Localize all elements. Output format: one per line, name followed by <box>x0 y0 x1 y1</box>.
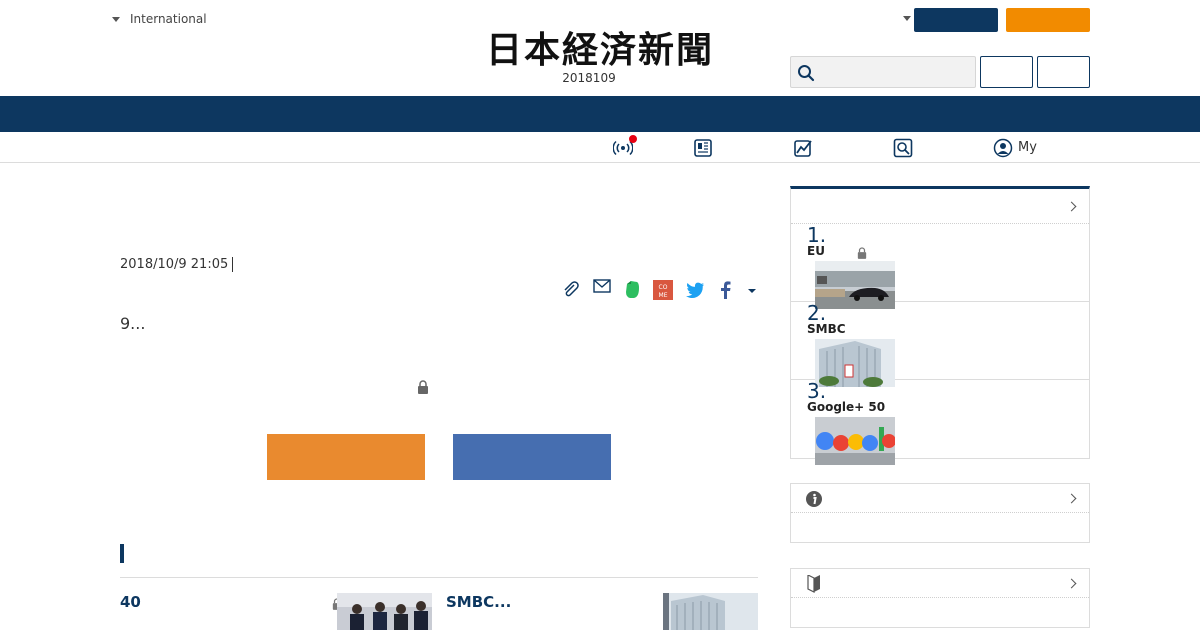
ranking-title: EU <box>807 244 825 258</box>
related-section-marker <box>120 544 124 563</box>
edition-date: 2018109 <box>562 71 616 85</box>
come-icon[interactable]: CO ME <box>653 280 673 300</box>
ranking-title: Google+ 50 <box>807 400 886 414</box>
edition-label: International <box>130 12 207 26</box>
beginner-panel <box>790 568 1090 628</box>
newspaper-icon[interactable] <box>693 138 713 158</box>
my-nikkei-label[interactable]: My <box>1018 140 1037 155</box>
account-menu-caret-icon[interactable] <box>903 16 911 21</box>
twitter-icon[interactable] <box>685 280 705 300</box>
related-article-title[interactable]: SMBC... <box>446 593 511 611</box>
mail-icon[interactable] <box>592 276 612 296</box>
logo-text: 日本経済新聞 <box>486 29 714 68</box>
ranking-thumbnail <box>815 417 895 465</box>
ranking-header[interactable] <box>791 189 1089 224</box>
svg-text:ME: ME <box>659 292 668 299</box>
chart-icon[interactable] <box>793 138 813 158</box>
caret-down-icon <box>112 16 120 22</box>
article-lead-text: 9... <box>120 314 146 333</box>
ranking-number: 2. <box>807 301 827 325</box>
outline-button-1[interactable] <box>980 56 1033 88</box>
timestamp-divider <box>232 257 234 272</box>
nikkei-logo[interactable]: 日本経済新聞 <box>450 28 750 68</box>
facebook-icon[interactable] <box>716 280 736 300</box>
timestamp-text: 2018/10/9 21:05 <box>120 257 229 272</box>
search-icon[interactable] <box>893 138 913 158</box>
info-icon <box>806 491 822 507</box>
article-timestamp: 2018/10/9 21:05 <box>120 257 234 272</box>
related-section-divider <box>120 577 758 578</box>
ranking-title: SMBC <box>807 322 846 336</box>
svg-text:CO: CO <box>659 284 668 291</box>
ranking-item[interactable]: 1. EU <box>791 223 1089 309</box>
subscribe-cta-button[interactable] <box>267 434 425 480</box>
search-box <box>790 56 976 88</box>
edition-select[interactable]: International <box>112 12 207 26</box>
related-article-thumbnail[interactable] <box>337 593 432 630</box>
share-more-caret-icon[interactable] <box>742 280 762 300</box>
chevron-right-icon <box>1066 578 1077 589</box>
beginner-panel-header[interactable] <box>791 569 1089 598</box>
ranking-number: 3. <box>807 379 827 403</box>
ranking-item[interactable]: 3. Google+ 50 <box>791 379 1089 465</box>
clip-icon[interactable] <box>561 280 581 300</box>
main-navigation-bar <box>0 96 1200 132</box>
lock-icon <box>418 380 428 394</box>
login-cta-button[interactable] <box>453 434 611 480</box>
ranking-panel: 1. EU 2. SMBC 3. Google+ 50 <box>790 186 1090 465</box>
ranking-item[interactable]: 2. SMBC <box>791 301 1089 387</box>
chevron-right-icon <box>1066 201 1077 212</box>
related-article-title[interactable]: 40 <box>120 593 141 611</box>
related-article-thumbnail[interactable] <box>663 593 758 630</box>
search-icon[interactable] <box>797 64 815 82</box>
login-button[interactable] <box>914 8 998 32</box>
lock-icon <box>857 247 867 259</box>
info-panel <box>790 483 1090 543</box>
evernote-icon[interactable] <box>622 280 642 300</box>
user-icon[interactable] <box>993 138 1013 158</box>
ranking-number: 1. <box>807 223 827 247</box>
outline-button-2[interactable] <box>1037 56 1090 88</box>
info-panel-header[interactable] <box>791 484 1089 513</box>
subscribe-button[interactable] <box>1006 8 1090 32</box>
search-input[interactable] <box>821 57 971 87</box>
chevron-right-icon <box>1066 493 1077 504</box>
nikkei-logo-image: 日本経済新聞 <box>486 29 714 68</box>
beginner-mark-icon <box>807 575 820 593</box>
notification-dot <box>629 135 637 143</box>
